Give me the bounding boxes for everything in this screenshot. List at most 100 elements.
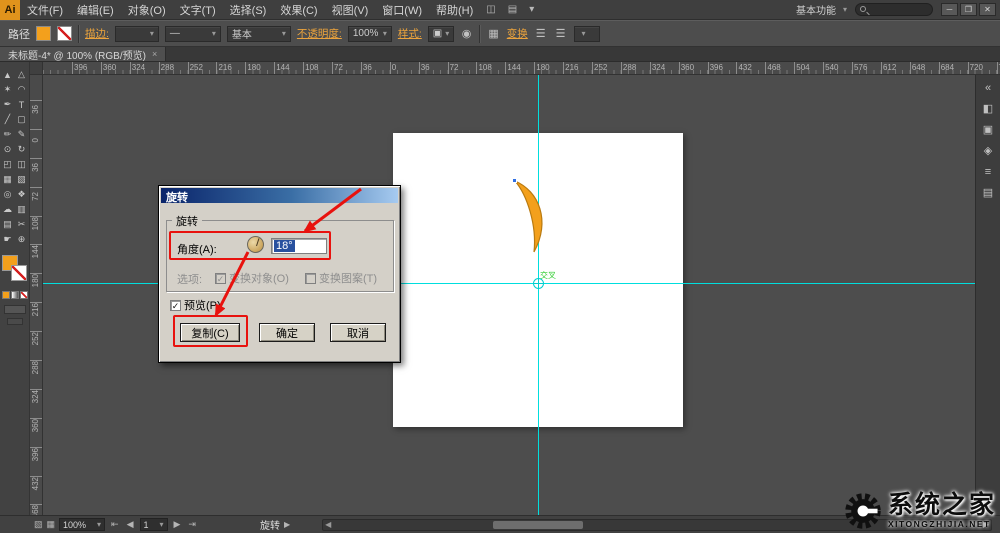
stroke-swatch[interactable] [11,265,27,281]
crescent-shape[interactable] [501,177,551,257]
blend-tool[interactable]: ❖ [15,187,29,202]
gradient-tool[interactable]: ▧ [15,172,29,187]
width-profile-dropdown[interactable]: —▾ [165,26,221,42]
document-tab[interactable]: 未标题-4* @ 100% (RGB/预览) × [0,47,166,61]
vertical-ruler[interactable]: 3603672108144180216252288324360396432468 [30,75,43,515]
minimize-button[interactable]: ─ [941,3,958,16]
stroke-panel-icon[interactable]: ≡ [976,161,1000,182]
zoom-tool[interactable]: ⊕ [15,232,29,247]
style-link[interactable]: 样式: [398,26,422,41]
bridge-icon[interactable]: ◫ [480,4,501,15]
selection-tool[interactable]: ▲ [1,67,15,82]
ruler-tick: 504 [794,62,823,74]
menu-item[interactable]: 窗口(W) [375,0,429,19]
chevron-down-icon: ▾ [97,520,101,529]
dialog-titlebar[interactable]: 旋转 [161,188,398,203]
menu-item[interactable]: 视图(V) [325,0,376,19]
artboard-tool[interactable]: ▤ [1,217,15,232]
eyedropper-tool[interactable]: ◎ [1,187,15,202]
rotate-group-label: 旋转 [172,213,202,229]
scroll-left-icon[interactable]: ◀ [325,520,331,529]
artboard-number-dropdown[interactable]: 1 ▾ [140,518,168,531]
drawing-mode-button[interactable] [4,305,26,314]
ruler-tick: 684 [939,62,968,74]
pencil-tool[interactable]: ✎ [15,127,29,142]
close-button[interactable]: ✕ [979,3,996,16]
magic-wand-tool[interactable]: ✶ [1,82,15,97]
align-objects-icon[interactable]: ☰ [534,27,548,40]
menu-item[interactable]: 选择(S) [223,0,274,19]
menu-item[interactable]: 效果(C) [273,0,324,19]
more-options-dropdown[interactable]: ▾ [574,26,600,42]
scrollbar-thumb[interactable] [493,521,583,529]
hand-tool[interactable]: ☛ [1,232,15,247]
lasso-tool[interactable]: ◠ [15,82,29,97]
opacity-link[interactable]: 不透明度: [297,26,342,41]
shape-builder-tool[interactable]: ◫ [15,157,29,172]
ruler-tick: 360 [679,62,708,74]
distribute-objects-icon[interactable]: ☰ [554,27,568,40]
menu-item[interactable]: 帮助(H) [429,0,480,19]
screen-mode-button[interactable] [7,318,23,325]
cancel-button[interactable]: 取消 [330,323,386,342]
type-tool[interactable]: T [15,97,29,112]
first-artboard-button[interactable]: ⇤ [109,519,121,530]
menu-item[interactable]: 对象(O) [121,0,173,19]
opacity-dropdown[interactable]: 100%▾ [348,26,392,42]
ruler-origin-corner[interactable] [30,62,43,74]
preview-checkbox[interactable]: ✓ 预览(P) [170,297,221,313]
scale-tool[interactable]: ◰ [1,157,15,172]
restore-button[interactable]: ❐ [960,3,977,16]
swatches-panel-icon[interactable]: ▣ [976,119,1000,140]
symbol-sprayer-tool[interactable]: ☁ [1,202,15,217]
collapse-panels-icon[interactable]: « [976,77,1000,98]
line-segment-tool[interactable]: ╱ [1,112,15,127]
brush-definition-dropdown[interactable]: 基本▾ [227,26,291,42]
zoom-level-dropdown[interactable]: 100% ▾ [59,518,105,531]
mesh-tool[interactable]: ▦ [1,172,15,187]
stroke-panel-link[interactable]: 描边: [85,26,109,41]
menu-item[interactable]: 编辑(E) [70,0,121,19]
transform-panel-link[interactable]: 变换 [507,26,528,41]
none-button[interactable] [20,291,28,299]
transform-object-checkbox[interactable]: ✓ 变换对象(O) [215,270,289,286]
fill-color-swatch[interactable] [36,26,51,41]
paintbrush-tool[interactable]: ✏ [1,127,15,142]
layers-panel-icon[interactable]: ▤ [976,182,1000,203]
blob-brush-tool[interactable]: ⊙ [1,142,15,157]
style-swatch-dropdown[interactable]: ▣▾ [428,26,454,42]
align-panel-icon[interactable]: ▦ [486,27,500,40]
color-panel-icon[interactable]: ◧ [976,98,1000,119]
tab-close-icon[interactable]: × [152,49,157,59]
stroke-color-swatch[interactable] [57,26,72,41]
ruler-tick: 180 [534,62,563,74]
rectangle-tool[interactable]: ▢ [15,112,29,127]
stroke-weight-dropdown[interactable]: ▾ [115,26,159,42]
column-graph-tool[interactable]: ▥ [15,202,29,217]
recolor-artwork-icon[interactable]: ◉ [460,27,474,40]
menu-item[interactable]: 文件(F) [20,0,70,19]
status-doc-icon[interactable]: ▧ [34,519,43,530]
menu-item[interactable]: 文字(T) [173,0,223,19]
ok-button[interactable]: 确定 [259,323,315,342]
slice-tool[interactable]: ✂ [15,217,29,232]
arrange-documents-icon[interactable]: ▤ [502,4,523,15]
pen-tool[interactable]: ✒ [1,97,15,112]
previous-artboard-button[interactable]: ◀ [125,519,136,530]
transform-pattern-checkbox[interactable]: 变换图案(T) [305,270,377,286]
search-input[interactable] [855,3,933,16]
ruler-tick: 288 [621,62,650,74]
next-artboard-button[interactable]: ▶ [172,519,183,530]
direct-selection-tool[interactable]: △ [15,67,29,82]
gradient-button[interactable] [11,291,19,299]
last-artboard-button[interactable]: ⇥ [186,519,198,530]
anchor-point[interactable] [512,178,517,183]
rotate-tool[interactable]: ↻ [15,142,29,157]
horizontal-ruler[interactable]: 3963603242882522161801441087236036721081… [30,62,1000,75]
color-button[interactable] [2,291,10,299]
symbols-panel-icon[interactable]: ◈ [976,140,1000,161]
workspace-switcher[interactable]: 基本功能 ▾ [796,2,847,17]
status-popup-icon[interactable]: ▶ [284,520,290,529]
status-grid-icon[interactable]: ▦ [47,519,56,530]
vertical-guide[interactable] [538,75,539,515]
